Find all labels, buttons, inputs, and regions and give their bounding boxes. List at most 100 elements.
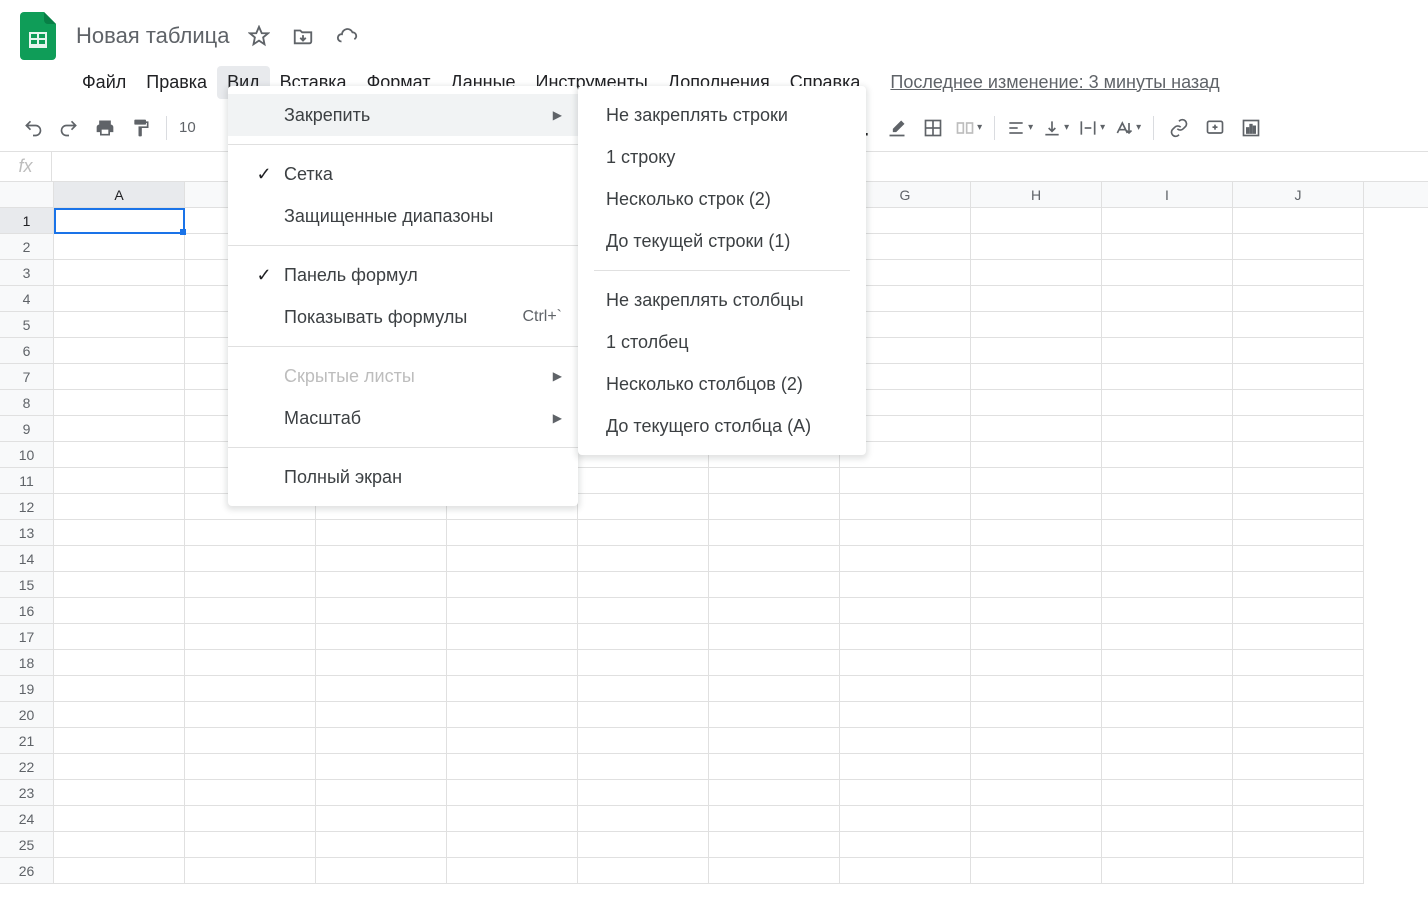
cell[interactable] <box>840 858 971 884</box>
row-header[interactable]: 20 <box>0 702 54 728</box>
cell[interactable] <box>709 676 840 702</box>
cell[interactable] <box>1233 416 1364 442</box>
cell[interactable] <box>578 754 709 780</box>
row-header[interactable]: 4 <box>0 286 54 312</box>
cell[interactable] <box>1102 676 1233 702</box>
cell[interactable] <box>1233 572 1364 598</box>
cell[interactable] <box>1102 364 1233 390</box>
paint-format-icon[interactable] <box>124 111 158 145</box>
cell[interactable] <box>840 702 971 728</box>
freeze-one-col[interactable]: 1 столбец <box>578 321 866 363</box>
cell[interactable] <box>447 780 578 806</box>
cell[interactable] <box>709 832 840 858</box>
cell[interactable] <box>709 520 840 546</box>
row-header[interactable]: 15 <box>0 572 54 598</box>
cell[interactable] <box>971 494 1102 520</box>
cell[interactable] <box>840 780 971 806</box>
cell[interactable] <box>1102 832 1233 858</box>
cell[interactable] <box>709 572 840 598</box>
cell[interactable] <box>578 624 709 650</box>
cell[interactable] <box>1102 728 1233 754</box>
merge-cells-icon[interactable]: ▾ <box>952 111 986 145</box>
cell[interactable] <box>185 858 316 884</box>
column-header[interactable]: A <box>54 182 185 207</box>
cell[interactable] <box>1233 598 1364 624</box>
cell[interactable] <box>1233 650 1364 676</box>
row-header[interactable]: 19 <box>0 676 54 702</box>
freeze-one-row[interactable]: 1 строку <box>578 136 866 178</box>
cell[interactable] <box>1233 858 1364 884</box>
text-rotation-icon[interactable]: ▾ <box>1111 111 1145 145</box>
move-folder-icon[interactable] <box>289 22 317 50</box>
cell[interactable] <box>1102 780 1233 806</box>
cell[interactable] <box>1233 442 1364 468</box>
cell[interactable] <box>578 780 709 806</box>
cell[interactable] <box>316 572 447 598</box>
cell[interactable] <box>54 806 185 832</box>
cell[interactable] <box>1102 754 1233 780</box>
cell[interactable] <box>447 546 578 572</box>
cell[interactable] <box>54 546 185 572</box>
cell[interactable] <box>185 546 316 572</box>
cell[interactable] <box>1233 546 1364 572</box>
freeze-up-to-row[interactable]: До текущей строки (1) <box>578 220 866 262</box>
cell[interactable] <box>971 754 1102 780</box>
cell[interactable] <box>447 754 578 780</box>
row-header[interactable]: 2 <box>0 234 54 260</box>
insert-chart-icon[interactable] <box>1234 111 1268 145</box>
cell[interactable] <box>971 234 1102 260</box>
cell[interactable] <box>971 624 1102 650</box>
cell[interactable] <box>1102 312 1233 338</box>
menu-edit[interactable]: Правка <box>136 66 217 99</box>
cell[interactable] <box>971 520 1102 546</box>
menu-freeze[interactable]: Закрепить ▶ <box>228 94 578 136</box>
cell[interactable] <box>709 546 840 572</box>
menu-formula-bar[interactable]: ✓ Панель формул <box>228 254 578 296</box>
cell[interactable] <box>840 832 971 858</box>
cell[interactable] <box>1233 754 1364 780</box>
cell[interactable] <box>578 806 709 832</box>
cell[interactable] <box>54 364 185 390</box>
cell[interactable] <box>840 650 971 676</box>
cell[interactable] <box>185 676 316 702</box>
cell[interactable] <box>316 676 447 702</box>
cell[interactable] <box>185 754 316 780</box>
row-header[interactable]: 22 <box>0 754 54 780</box>
cell[interactable] <box>1102 208 1233 234</box>
cell[interactable] <box>1233 624 1364 650</box>
cell[interactable] <box>840 468 971 494</box>
cell[interactable] <box>54 390 185 416</box>
cell[interactable] <box>971 598 1102 624</box>
cell[interactable] <box>447 520 578 546</box>
cell[interactable] <box>709 494 840 520</box>
row-header[interactable]: 8 <box>0 390 54 416</box>
cell[interactable] <box>54 468 185 494</box>
cell[interactable] <box>447 598 578 624</box>
cell[interactable] <box>709 650 840 676</box>
select-all-corner[interactable] <box>0 182 54 207</box>
insert-comment-icon[interactable] <box>1198 111 1232 145</box>
cell[interactable] <box>578 546 709 572</box>
column-header[interactable]: J <box>1233 182 1364 207</box>
cell[interactable] <box>1233 338 1364 364</box>
cell[interactable] <box>185 806 316 832</box>
cell[interactable] <box>316 754 447 780</box>
cell[interactable] <box>709 624 840 650</box>
cell[interactable] <box>1233 260 1364 286</box>
row-header[interactable]: 13 <box>0 520 54 546</box>
cell[interactable] <box>54 442 185 468</box>
cell[interactable] <box>840 728 971 754</box>
cell[interactable] <box>447 624 578 650</box>
cell[interactable] <box>709 728 840 754</box>
cell[interactable] <box>54 208 185 234</box>
document-title[interactable]: Новая таблица <box>76 23 229 49</box>
cell[interactable] <box>1233 832 1364 858</box>
cell[interactable] <box>54 520 185 546</box>
cell[interactable] <box>840 494 971 520</box>
row-header[interactable]: 5 <box>0 312 54 338</box>
cell[interactable] <box>971 286 1102 312</box>
cell[interactable] <box>1102 598 1233 624</box>
column-header[interactable]: I <box>1102 182 1233 207</box>
freeze-no-cols[interactable]: Не закреплять столбцы <box>578 279 866 321</box>
cell[interactable] <box>578 572 709 598</box>
